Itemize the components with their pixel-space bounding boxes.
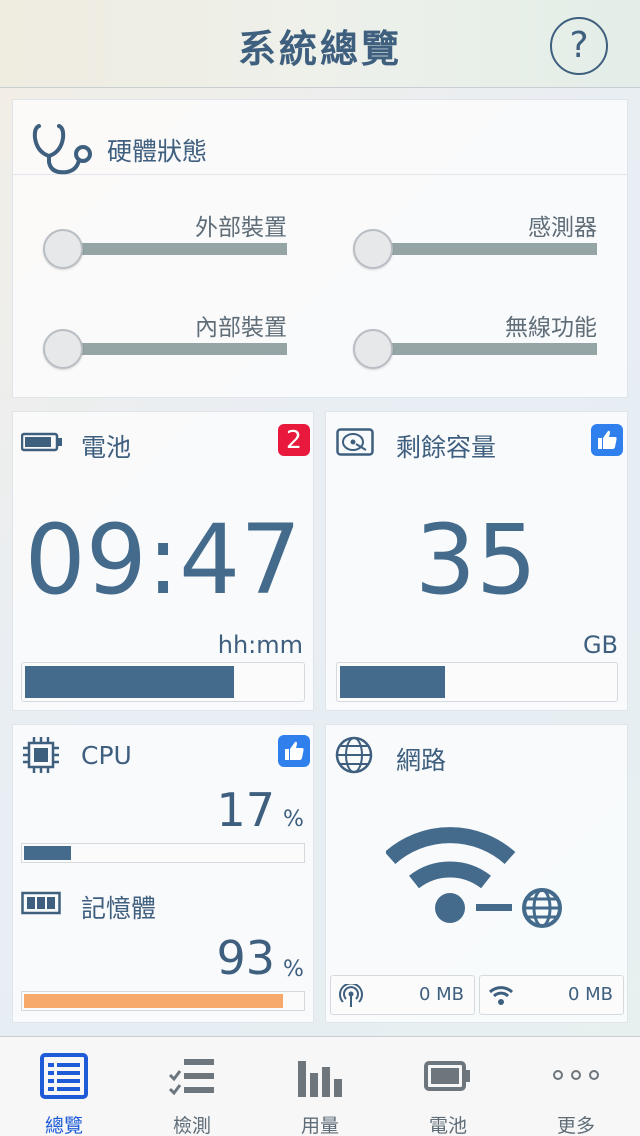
hw-label-external: 外部裝置 [195, 215, 287, 241]
hardware-status-title: 硬體狀態 [107, 137, 208, 166]
network-tile[interactable]: 網路 0 MB 0 MB [325, 724, 628, 1023]
storage-progress-fill [340, 666, 445, 698]
tab-overview[interactable]: 總覽 [0, 1037, 128, 1136]
tab-more[interactable]: 更多 [512, 1037, 640, 1136]
list-icon [40, 1053, 88, 1099]
tab-battery[interactable]: 電池 [384, 1037, 512, 1136]
memory-module-icon [21, 891, 61, 915]
external-device-slider-track[interactable] [63, 243, 287, 255]
tab-more-label: 更多 [556, 1115, 595, 1136]
page-title: 系統總覽 [237, 27, 402, 71]
battery-alert-badge: 2 [278, 424, 310, 456]
cpu-title: CPU [81, 741, 132, 770]
storage-tile[interactable]: 剩餘容量 35 GB [325, 411, 628, 711]
cpu-ok-badge [278, 735, 310, 767]
cpu-memory-tile[interactable]: CPU 17 % 記憶體 93 % [12, 724, 314, 1023]
checklist-icon [168, 1059, 214, 1096]
memory-title: 記憶體 [81, 894, 157, 923]
cpu-chip-icon [23, 737, 59, 773]
battery-tile[interactable]: 電池 2 09:47 hh:mm [12, 411, 314, 711]
memory-usage-bar [21, 991, 305, 1011]
help-button[interactable]: ? [550, 17, 608, 75]
battery-progress-fill [25, 666, 234, 698]
tab-diagnostics[interactable]: 檢測 [128, 1037, 256, 1136]
wireless-slider-knob[interactable] [353, 329, 393, 369]
cpu-usage-bar [21, 843, 305, 863]
hw-label-sensor: 感測器 [528, 215, 597, 241]
more-icon [553, 1070, 599, 1080]
cpu-usage-unit: % [283, 807, 304, 832]
nav-header: 系統總覽 ? [0, 0, 640, 88]
wifi-icon [488, 986, 514, 1005]
cellular-data-value: 0 MB [418, 984, 464, 1005]
tab-diagnostics-label: 檢測 [172, 1115, 211, 1136]
battery-unit: hh:mm [217, 631, 303, 659]
tab-usage[interactable]: 用量 [256, 1037, 384, 1136]
hw-label-internal: 內部裝置 [195, 315, 287, 341]
tab-battery-label: 電池 [428, 1115, 467, 1136]
storage-progress-bar [336, 662, 618, 702]
tab-bar: 總覽 檢測 用量 電池 更多 [0, 1036, 640, 1136]
stethoscope-icon [32, 124, 92, 175]
hw-label-wireless: 無線功能 [505, 315, 597, 341]
tab-overview-label: 總覽 [44, 1115, 83, 1136]
wifi-to-globe-icon [386, 827, 562, 928]
wireless-slider-track[interactable] [373, 343, 597, 355]
wifi-data-box: 0 MB [479, 975, 624, 1015]
globe-icon [335, 736, 373, 774]
tab-usage-label: 用量 [300, 1115, 339, 1136]
cpu-usage-value: 17 [216, 783, 275, 837]
cpu-usage-fill [24, 846, 71, 860]
cellular-antenna-icon [339, 984, 363, 1007]
network-title: 網路 [396, 746, 447, 775]
bar-chart-icon [298, 1061, 342, 1097]
battery-icon [424, 1061, 470, 1091]
hard-disk-icon [336, 428, 374, 456]
storage-free-value: 35 [414, 504, 538, 616]
memory-usage-fill [24, 994, 283, 1008]
external-device-slider-knob[interactable] [43, 229, 83, 269]
memory-usage-value: 93 [216, 931, 275, 985]
cellular-data-box: 0 MB [330, 975, 475, 1015]
storage-ok-badge [591, 424, 623, 456]
internal-device-slider-track[interactable] [63, 343, 287, 355]
thumbs-up-icon [598, 430, 617, 449]
battery-progress-bar [21, 662, 305, 702]
thumbs-up-icon [285, 741, 304, 760]
battery-icon [21, 432, 62, 452]
storage-title: 剩餘容量 [396, 433, 497, 462]
internal-device-slider-knob[interactable] [43, 329, 83, 369]
sensor-slider-knob[interactable] [353, 229, 393, 269]
wifi-data-value: 0 MB [567, 984, 613, 1005]
battery-title: 電池 [81, 433, 132, 462]
hardware-status-card: 硬體狀態 外部裝置 感測器 內部裝置 無線功能 [12, 99, 628, 398]
memory-usage-unit: % [283, 957, 304, 982]
hardware-status-header: 硬體狀態 [13, 100, 627, 175]
sensor-slider-track[interactable] [373, 243, 597, 255]
battery-time-value: 09:47 [24, 504, 302, 616]
storage-unit: GB [582, 631, 618, 659]
